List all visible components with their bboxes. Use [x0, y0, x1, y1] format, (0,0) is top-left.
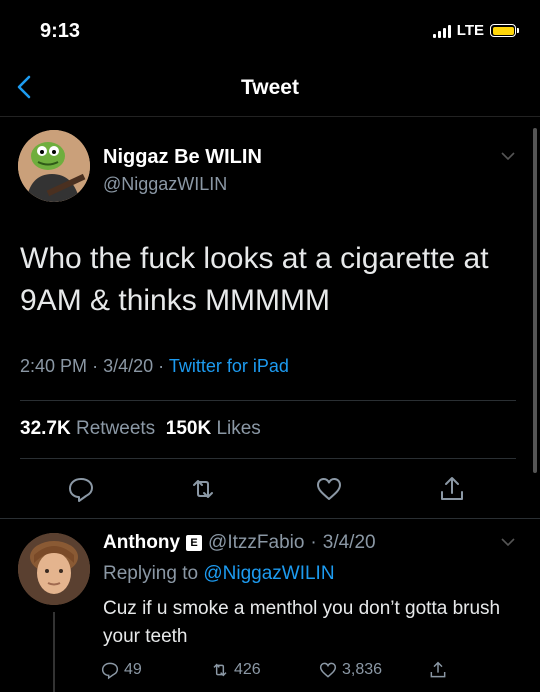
retweets-label: Retweets — [75, 418, 156, 439]
nav-divider — [0, 116, 540, 117]
reply-header: Anthony E @ItzzFabio · 3/4/20 — [103, 532, 376, 554]
status-indicators: LTE — [432, 22, 519, 39]
reply-replies-count: 49 — [124, 661, 142, 678]
author-name[interactable]: Niggaz Be WILIN — [103, 146, 262, 169]
divider — [20, 400, 516, 401]
like-icon — [317, 478, 341, 500]
meta-separator: · — [310, 532, 317, 553]
share-icon — [430, 661, 446, 678]
replying-to: Replying to @NiggazWILIN — [103, 563, 335, 585]
tweet-counts: 32.7K Retweets 150K Likes — [20, 418, 261, 440]
like-icon — [319, 662, 337, 678]
replying-label: Replying to — [103, 563, 199, 584]
chevron-down-icon[interactable] — [500, 536, 516, 548]
reply-retweet-button[interactable]: 426 — [210, 660, 261, 680]
likes-count: 150K — [165, 418, 212, 439]
tweet-source-link[interactable]: Twitter for iPad — [169, 356, 289, 376]
reply-like-button[interactable]: 3,836 — [318, 660, 382, 680]
status-time: 9:13 — [40, 20, 81, 42]
retweet-icon — [193, 480, 213, 498]
meta-separator: · — [158, 356, 165, 376]
retweets-count: 32.7K — [20, 418, 71, 439]
divider — [20, 458, 516, 459]
replying-handle-link[interactable]: @NiggazWILIN — [203, 563, 334, 584]
retweet-icon — [213, 663, 227, 677]
reply-likes-count: 3,836 — [342, 661, 383, 678]
reply-date: 3/4/20 — [322, 532, 376, 553]
signal-icon — [432, 24, 451, 38]
reply-icon — [101, 662, 119, 680]
likes-label: Likes — [216, 418, 261, 439]
reply-reply-button[interactable]: 49 — [100, 660, 142, 680]
retweet-button[interactable] — [188, 474, 218, 504]
scrollbar[interactable] — [533, 128, 537, 473]
meta-separator: · — [92, 356, 99, 376]
share-icon — [441, 477, 463, 500]
reply-author-avatar[interactable] — [18, 533, 90, 605]
reply-text: Cuz if u smoke a menthol you don’t gotta… — [103, 598, 501, 647]
tweet-date: 3/4/20 — [103, 356, 154, 376]
page-title: Tweet — [241, 76, 299, 99]
thread-line — [53, 612, 55, 692]
tweet-time: 2:40 PM — [20, 356, 88, 376]
retweets-count-link[interactable]: 32.7K Retweets — [20, 418, 155, 439]
reply-retweets-count: 426 — [234, 661, 261, 678]
author-avatar[interactable] — [18, 130, 90, 202]
chevron-down-icon[interactable] — [500, 150, 516, 162]
battery-icon — [490, 24, 519, 37]
reply-share-button[interactable] — [428, 660, 448, 680]
tweet-meta: 2:40 PM · 3/4/20 · Twitter for iPad — [20, 356, 289, 377]
reply-icon — [69, 478, 93, 502]
tweet-text: Who the fuck looks at a cigarette at 9AM… — [20, 242, 489, 317]
author-handle[interactable]: @NiggazWILIN — [103, 174, 227, 195]
reply-button[interactable] — [66, 474, 96, 504]
reply-badge: E — [186, 535, 203, 551]
likes-count-link[interactable]: 150K Likes — [166, 418, 261, 439]
reply-author-handle[interactable]: @ItzzFabio — [208, 532, 304, 554]
like-button[interactable] — [314, 474, 344, 504]
divider — [0, 518, 540, 519]
network-label: LTE — [456, 22, 484, 39]
reply-author-name[interactable]: Anthony — [103, 532, 180, 554]
share-button[interactable] — [437, 474, 467, 504]
